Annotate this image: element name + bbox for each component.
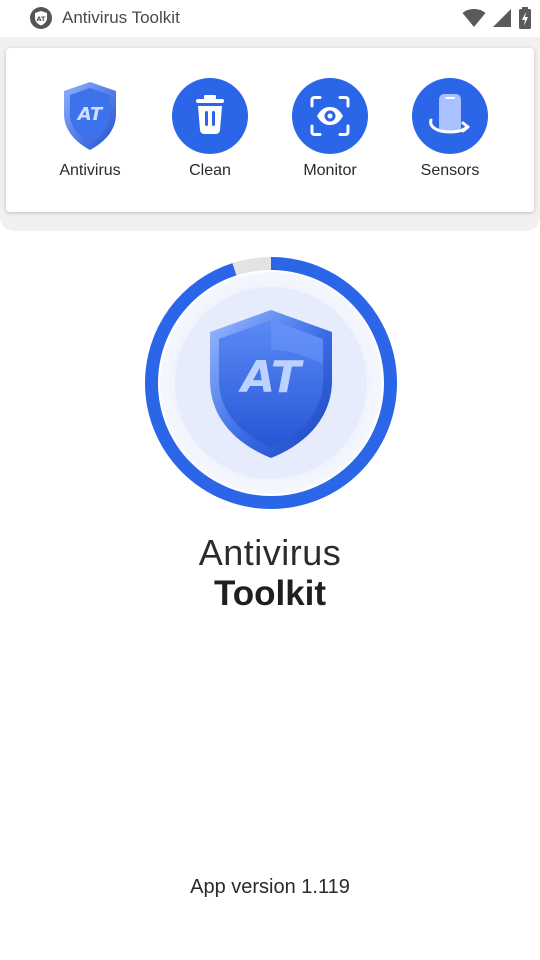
menu-item-label: Sensors: [420, 162, 480, 179]
battery-icon: [519, 7, 531, 29]
menu-item-antivirus[interactable]: AT Antivirus: [30, 78, 150, 188]
menu-item-label: Antivirus: [59, 162, 121, 179]
app-title-line1: Antivirus: [198, 532, 342, 573]
sensors-button-circle: [412, 78, 488, 154]
phone-rotate-icon: [429, 94, 470, 134]
eye-icon: [310, 96, 350, 136]
clean-button-circle: [172, 78, 248, 154]
status-bar: AT Antivirus Toolkit: [0, 0, 540, 38]
app-badge-icon: AT: [30, 7, 52, 29]
menu-item-sensors[interactable]: Sensors: [390, 78, 510, 188]
trash-icon: [196, 95, 224, 134]
quick-menu-card: AT Antivirus Clean Monitor Sensors: [6, 48, 534, 212]
protection-progress-ring: AT: [145, 257, 397, 509]
app-title-line2: Toolkit: [213, 574, 327, 613]
wifi-icon: [462, 9, 486, 27]
menu-item-label: Clean: [189, 162, 231, 179]
app-name: Antivirus Toolkit: [62, 8, 180, 27]
status-icons: [462, 7, 532, 29]
signal-icon: [493, 9, 511, 27]
menu-item-clean[interactable]: Clean: [150, 78, 270, 188]
menu-item-monitor[interactable]: Monitor: [270, 78, 390, 188]
monitor-button-circle: [292, 78, 368, 154]
hero-shield-text: AT: [238, 352, 304, 403]
menu-item-label: Monitor: [303, 162, 357, 179]
app-version: App version 1.119: [190, 876, 350, 898]
shield-icon: AT: [64, 82, 116, 150]
app-badge-text: AT: [37, 15, 47, 23]
menu-shield-text: AT: [76, 104, 104, 125]
